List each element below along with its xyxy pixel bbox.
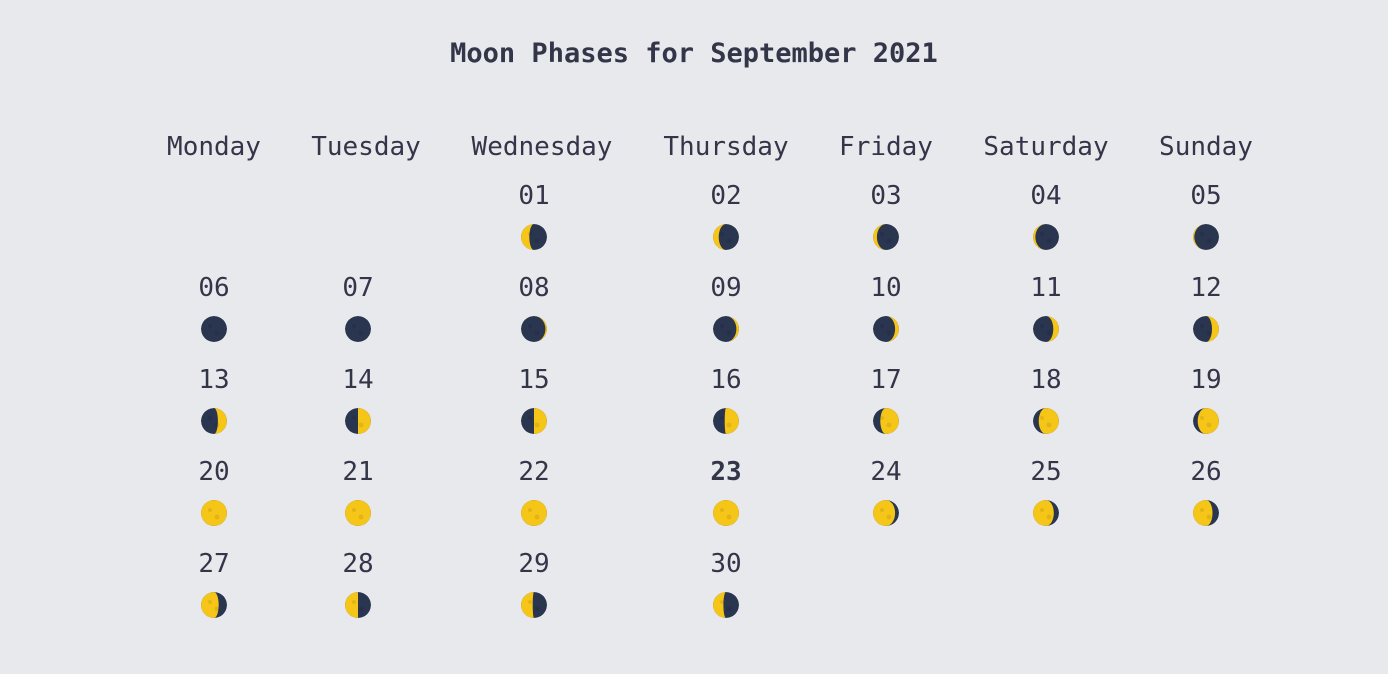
- day-cell: 27: [154, 548, 274, 618]
- moon-phase-icon: [873, 500, 899, 526]
- moon-phase-icon: [713, 316, 739, 342]
- day-cell: 06: [154, 272, 274, 342]
- moon-phase-icon: [345, 408, 371, 434]
- day-cell: 01: [474, 180, 594, 250]
- moon-phase-icon: [873, 224, 899, 250]
- moon-phase-icon: [201, 316, 227, 342]
- day-cell: 26: [1146, 456, 1266, 526]
- day-number: 29: [518, 549, 550, 579]
- day-number: 25: [1030, 457, 1062, 487]
- moon-phase-icon: [1033, 500, 1059, 526]
- moon-phase-icon: [521, 408, 547, 434]
- day-number: 14: [342, 365, 374, 395]
- day-number: 23: [710, 457, 742, 487]
- day-cell: 20: [154, 456, 274, 526]
- day-number: 02: [710, 181, 742, 211]
- moon-phase-icon: [713, 408, 739, 434]
- day-cell: 30: [666, 548, 786, 618]
- moon-phase-icon: [345, 316, 371, 342]
- weekday-header-sunday: Sunday: [1159, 132, 1253, 162]
- day-cell: 07: [298, 272, 418, 342]
- moon-phase-icon: [713, 224, 739, 250]
- moon-phase-icon: [713, 500, 739, 526]
- day-number: 21: [342, 457, 374, 487]
- moon-phase-icon: [345, 592, 371, 618]
- day-cell: 13: [154, 364, 274, 434]
- day-number: 19: [1190, 365, 1222, 395]
- day-number: 10: [870, 273, 902, 303]
- day-number: 26: [1190, 457, 1222, 487]
- weekday-header-wednesday: Wednesday: [471, 132, 613, 162]
- weekday-header-monday: Monday: [167, 132, 261, 162]
- moon-phase-icon: [521, 592, 547, 618]
- day-number: 12: [1190, 273, 1222, 303]
- moon-phase-icon: [345, 500, 371, 526]
- day-cell: 12: [1146, 272, 1266, 342]
- day-cell: 03: [826, 180, 946, 250]
- day-cell: 05: [1146, 180, 1266, 250]
- day-cell: 14: [298, 364, 418, 434]
- day-cell: 11: [986, 272, 1106, 342]
- day-cell: 10: [826, 272, 946, 342]
- day-number: 08: [518, 273, 550, 303]
- day-cell: 09: [666, 272, 786, 342]
- day-number: 27: [198, 549, 230, 579]
- moon-phase-icon: [1033, 408, 1059, 434]
- moon-phase-icon: [873, 408, 899, 434]
- weekday-header-thursday: Thursday: [663, 132, 789, 162]
- day-number: 06: [198, 273, 230, 303]
- day-cell: 08: [474, 272, 594, 342]
- moon-phase-icon: [201, 408, 227, 434]
- moon-phase-icon: [1033, 316, 1059, 342]
- day-cell: 16: [666, 364, 786, 434]
- moon-phase-icon: [521, 500, 547, 526]
- day-number: 28: [342, 549, 374, 579]
- calendar-grid: Monday Tuesday Wednesday Thursday Friday…: [0, 0, 1388, 674]
- moon-phase-icon: [1193, 224, 1219, 250]
- day-cell: 23: [666, 456, 786, 526]
- day-number: 24: [870, 457, 902, 487]
- day-number: 15: [518, 365, 550, 395]
- weekday-header-friday: Friday: [839, 132, 933, 162]
- moon-phase-icon: [1033, 224, 1059, 250]
- weekday-header-saturday: Saturday: [983, 132, 1109, 162]
- day-number: 18: [1030, 365, 1062, 395]
- day-number: 01: [518, 181, 550, 211]
- day-number: 13: [198, 365, 230, 395]
- weekday-header-tuesday: Tuesday: [311, 132, 421, 162]
- day-number: 04: [1030, 181, 1062, 211]
- day-number: 17: [870, 365, 902, 395]
- moon-phase-icon: [1193, 500, 1219, 526]
- moon-phase-icon: [713, 592, 739, 618]
- moon-phase-icon: [201, 592, 227, 618]
- day-number: 07: [342, 273, 374, 303]
- day-cell: 25: [986, 456, 1106, 526]
- day-number: 16: [710, 365, 742, 395]
- day-number: 03: [870, 181, 902, 211]
- moon-phase-icon: [521, 316, 547, 342]
- day-cell: 22: [474, 456, 594, 526]
- day-cell: 24: [826, 456, 946, 526]
- moon-phase-icon: [1193, 408, 1219, 434]
- day-cell: 29: [474, 548, 594, 618]
- moon-phase-icon: [1193, 316, 1219, 342]
- moon-phase-icon: [521, 224, 547, 250]
- day-number: 11: [1030, 273, 1062, 303]
- day-number: 05: [1190, 181, 1222, 211]
- day-number: 20: [198, 457, 230, 487]
- day-cell: 04: [986, 180, 1106, 250]
- day-cell: 28: [298, 548, 418, 618]
- day-number: 09: [710, 273, 742, 303]
- moon-phase-icon: [873, 316, 899, 342]
- day-cell: 19: [1146, 364, 1266, 434]
- moon-phase-icon: [201, 500, 227, 526]
- day-cell: 18: [986, 364, 1106, 434]
- day-number: 22: [518, 457, 550, 487]
- day-cell: 17: [826, 364, 946, 434]
- day-cell: 02: [666, 180, 786, 250]
- day-number: 30: [710, 549, 742, 579]
- day-cell: 21: [298, 456, 418, 526]
- day-cell: 15: [474, 364, 594, 434]
